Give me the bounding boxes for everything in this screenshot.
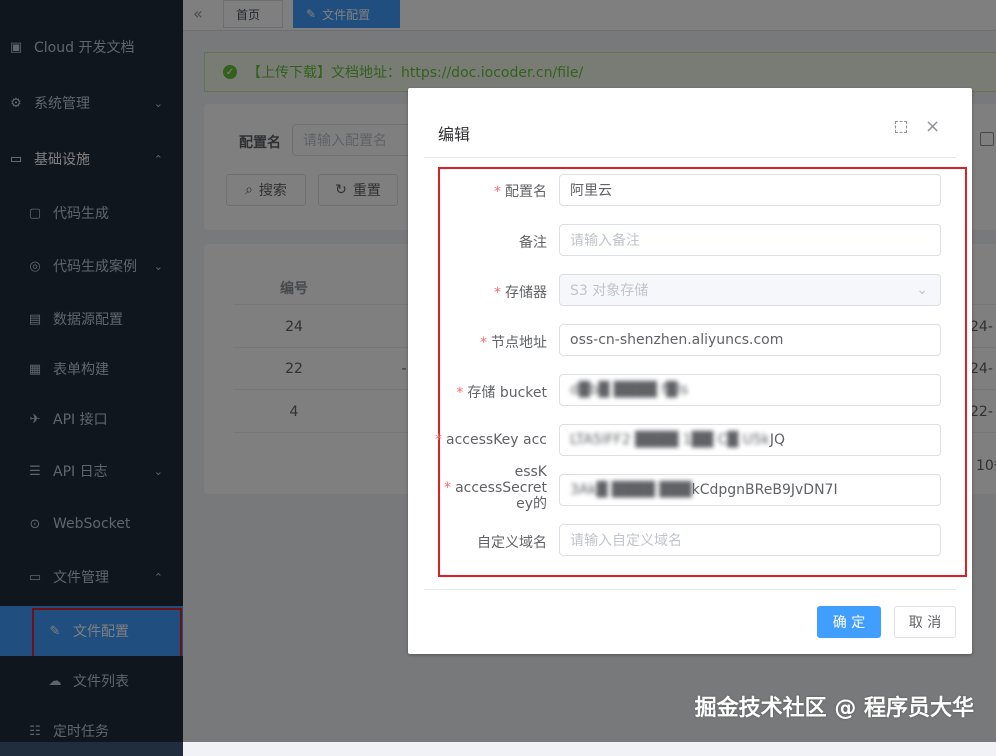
fullscreen-icon[interactable] — [895, 121, 907, 133]
redacted-value: 3Ak█ ████ ███ — [570, 482, 692, 498]
form-label-remark: 备注 — [519, 235, 547, 251]
form-label-bucket: * 存储 bucket — [456, 385, 547, 401]
close-icon[interactable]: × — [925, 116, 940, 137]
endpoint-field[interactable]: oss-cn-shenzhen.aliyuncs.com — [559, 324, 941, 356]
cancel-button[interactable]: 取 消 — [894, 606, 956, 638]
form-label-access-secret: essK * accessSecret ey的 — [444, 464, 547, 512]
form-label-storage: * 存储器 — [494, 285, 547, 301]
redacted-value: d█b█ ████ f█ls — [570, 382, 689, 398]
form-label-access-key: * accessKey acc — [435, 432, 547, 448]
redacted-value: LTA5lFF2 ████ 1██ C█ U5k — [570, 432, 770, 448]
watermark-text: 掘金技术社区 @ 程序员大华 — [694, 696, 974, 721]
form-label-custom-domain: 自定义域名 — [477, 535, 547, 551]
dialog-title: 编辑 — [438, 125, 471, 144]
access-secret-field[interactable]: 3Ak█ ████ ███ kCdpgnBReB9JvDN7I — [559, 474, 941, 506]
storage-select[interactable]: S3 对象存储 ⌄ — [559, 274, 941, 306]
form-label-config-name: * 配置名 — [494, 184, 547, 200]
bucket-field[interactable]: d█b█ ████ f█ls — [559, 374, 941, 406]
chevron-down-icon: ⌄ — [916, 282, 928, 298]
confirm-button[interactable]: 确 定 — [817, 606, 881, 638]
access-key-field[interactable]: LTA5lFF2 ████ 1██ C█ U5k JQ — [559, 424, 941, 456]
remark-field[interactable]: 请输入备注 — [559, 224, 941, 256]
edit-dialog: 编辑 × * 配置名 阿里云 备注 请输入备注 * 存储器 S3 对象存储 ⌄ * 节… — [408, 88, 972, 654]
form-label-endpoint: * 节点地址 — [480, 335, 547, 351]
custom-domain-field[interactable]: 请输入自定义域名 — [559, 524, 941, 556]
config-name-field[interactable]: 阿里云 — [559, 174, 941, 206]
